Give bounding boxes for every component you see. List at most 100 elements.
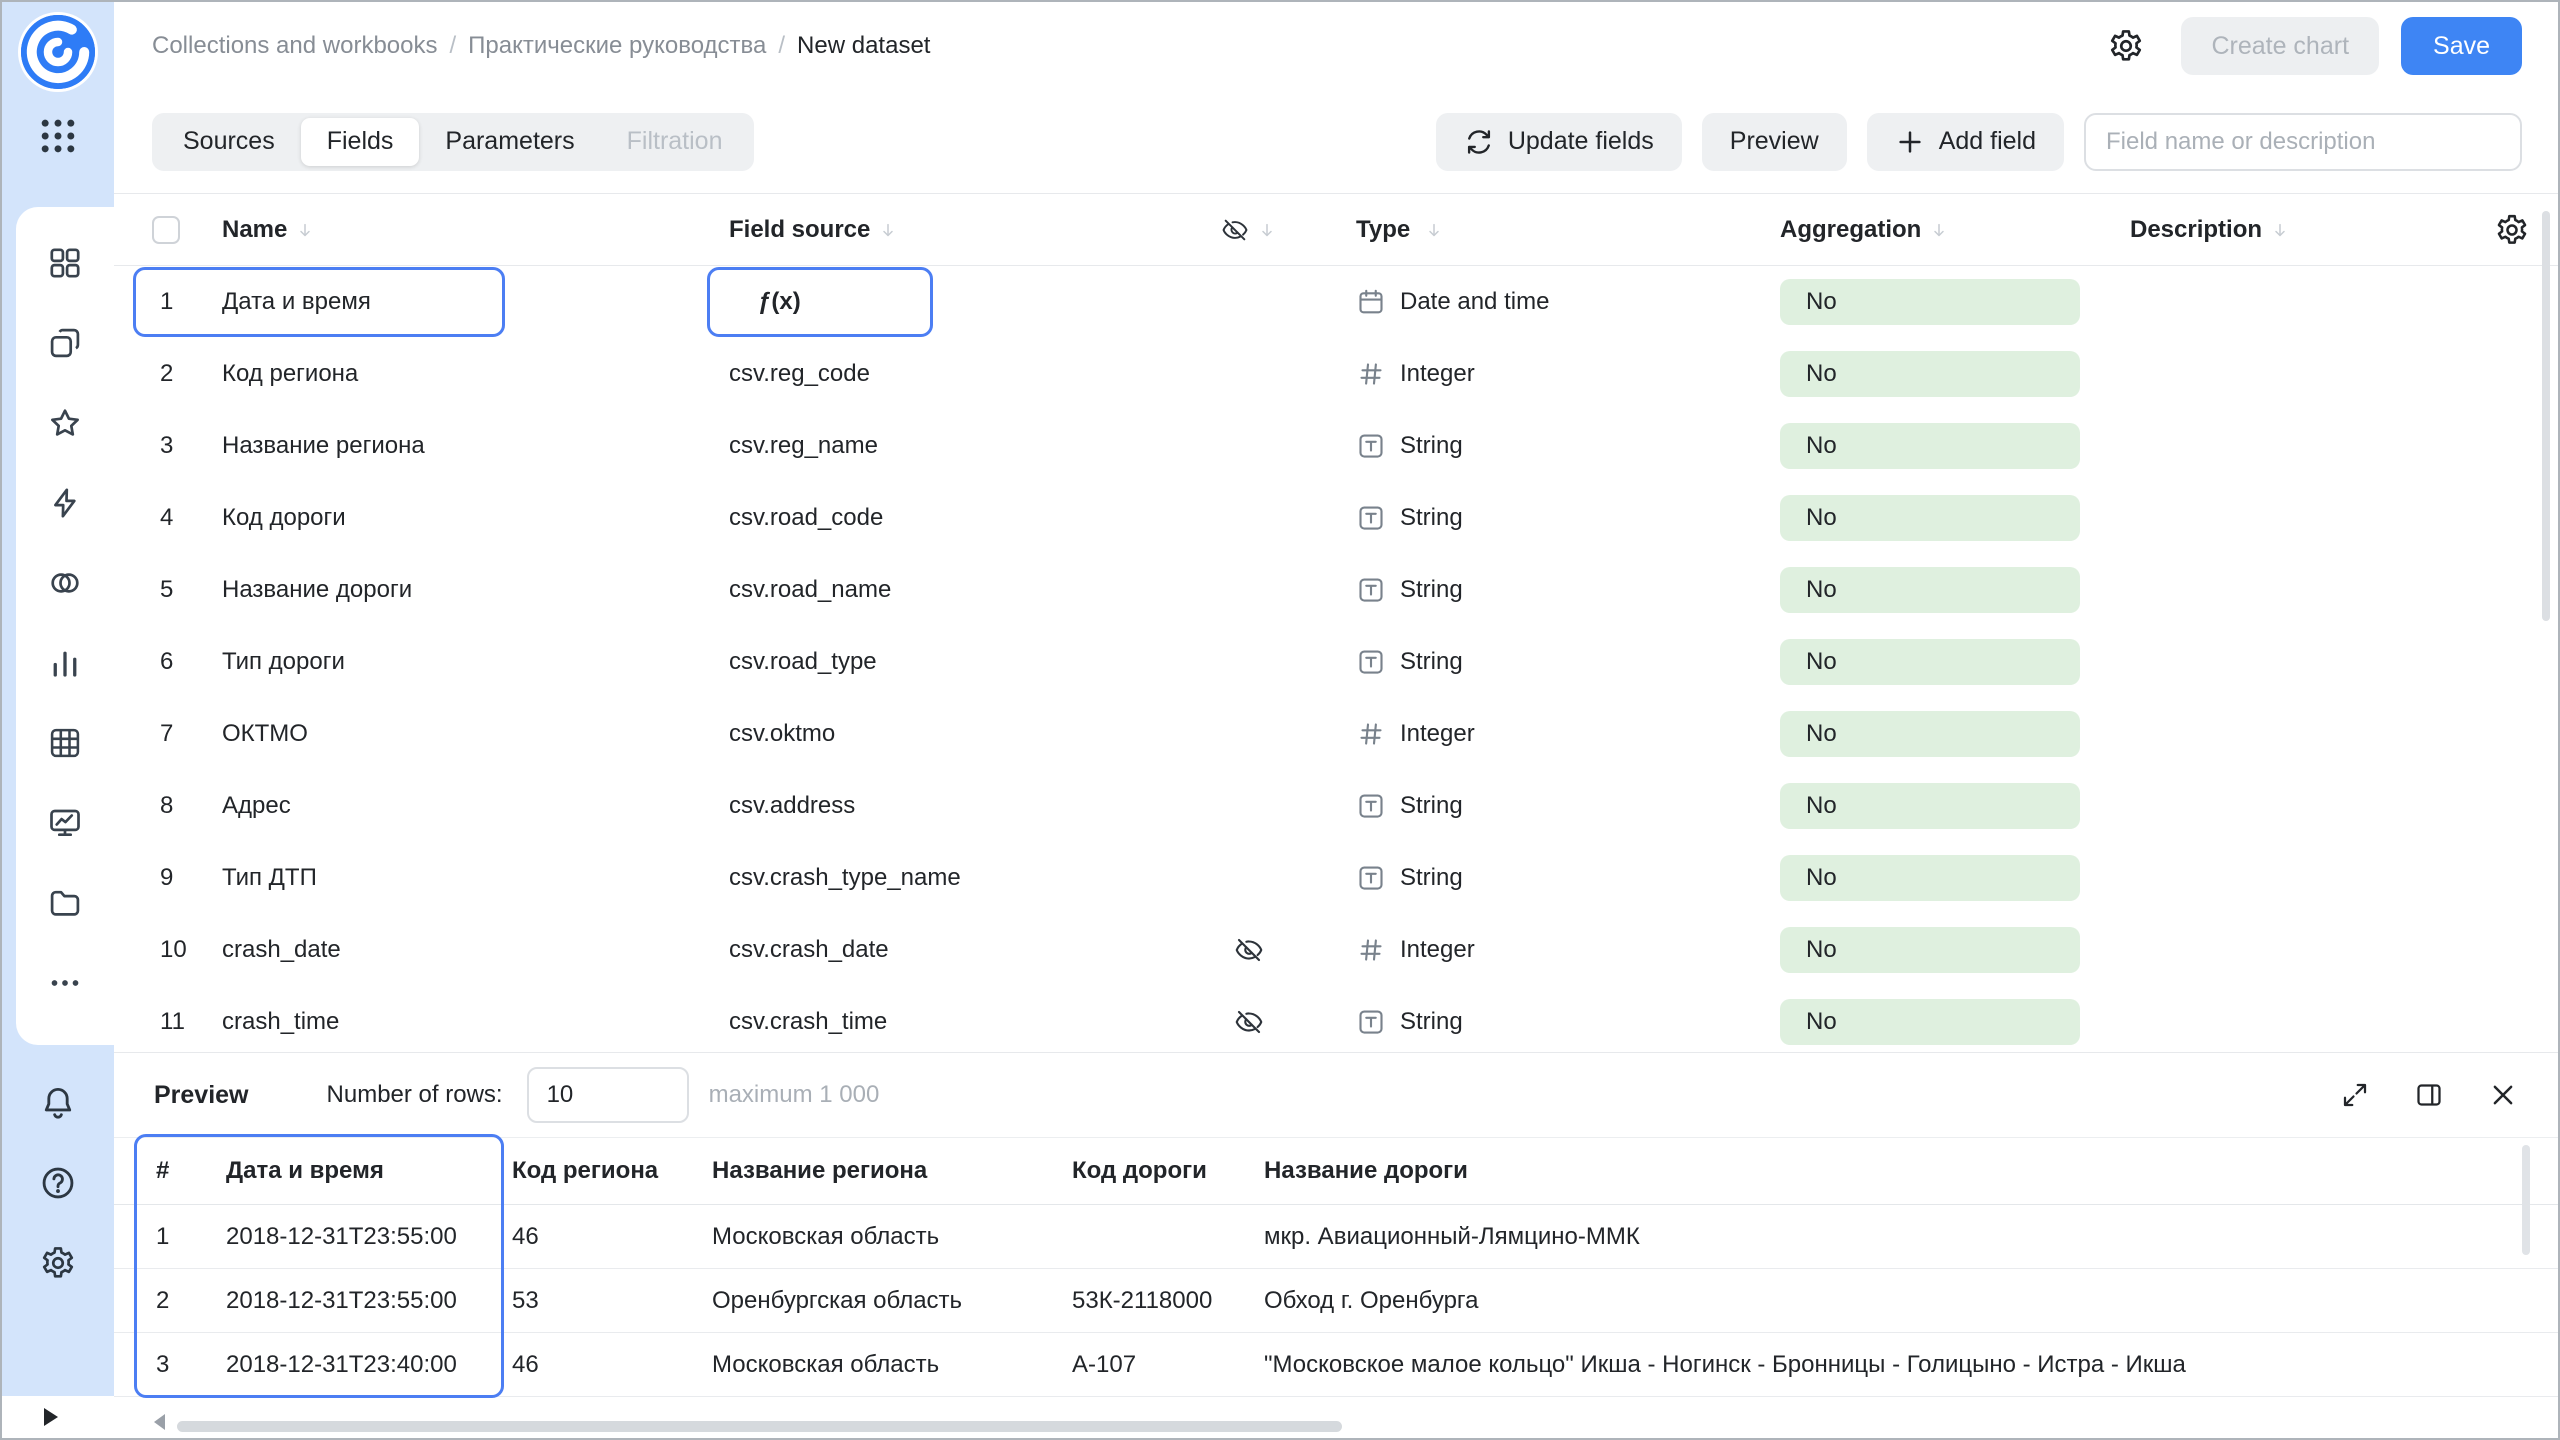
field-type[interactable]: Integer (1304, 359, 1764, 389)
aggregation-pill[interactable]: No (1780, 783, 2080, 829)
aggregation-pill[interactable]: No (1780, 639, 2080, 685)
field-source[interactable]: csv.crash_time (720, 1008, 1194, 1036)
field-type[interactable]: String (1304, 863, 1764, 893)
column-header-description[interactable]: Description (2110, 216, 2450, 244)
field-source[interactable]: csv.reg_name (720, 432, 1194, 460)
tab-fields[interactable]: Fields (301, 118, 420, 166)
preview-vertical-scrollbar[interactable] (2522, 1145, 2530, 1255)
field-type[interactable]: String (1304, 431, 1764, 461)
datasets-circles-icon[interactable] (47, 565, 83, 601)
split-view-icon[interactable] (2414, 1080, 2444, 1110)
visibility-cell[interactable] (1194, 1007, 1304, 1037)
field-row[interactable]: 8 Адрес csv.address String No (114, 770, 2558, 842)
aggregation-cell[interactable]: No (1764, 783, 2110, 829)
scroll-left-icon[interactable] (154, 1414, 165, 1430)
collections-icon[interactable] (47, 325, 83, 361)
field-type[interactable]: String (1304, 1007, 1764, 1037)
field-row[interactable]: 4 Код дороги csv.road_code String No (114, 482, 2558, 554)
field-row[interactable]: 6 Тип дороги csv.road_type String No (114, 626, 2558, 698)
column-header-name[interactable]: Name (222, 216, 720, 244)
aggregation-cell[interactable]: No (1764, 567, 2110, 613)
field-name[interactable]: Код региона (222, 360, 720, 388)
save-button[interactable]: Save (2401, 17, 2522, 75)
field-source[interactable]: csv.reg_code (720, 360, 1194, 388)
field-name[interactable]: Название дороги (222, 576, 720, 604)
tab-sources[interactable]: Sources (157, 118, 301, 166)
field-search-input[interactable] (2084, 113, 2522, 171)
select-all-checkbox[interactable] (152, 216, 180, 244)
field-row[interactable]: 10 crash_date csv.crash_date Integer No (114, 914, 2558, 986)
field-type[interactable]: String (1304, 791, 1764, 821)
field-source[interactable]: csv.road_code (720, 504, 1194, 532)
field-source[interactable]: csv.road_name (720, 576, 1194, 604)
aggregation-cell[interactable]: No (1764, 423, 2110, 469)
preview-button[interactable]: Preview (1702, 113, 1847, 171)
aggregation-pill[interactable]: No (1780, 423, 2080, 469)
aggregation-pill[interactable]: No (1780, 999, 2080, 1045)
field-type[interactable]: Integer (1304, 935, 1764, 965)
aggregation-pill[interactable]: No (1780, 351, 2080, 397)
field-row[interactable]: 11 crash_time csv.crash_time String No (114, 986, 2558, 1052)
create-chart-button[interactable]: Create chart (2181, 17, 2379, 75)
apps-grid-icon[interactable] (36, 114, 80, 158)
connections-zap-icon[interactable] (47, 485, 83, 521)
aggregation-cell[interactable]: No (1764, 495, 2110, 541)
field-row[interactable]: 9 Тип ДТП csv.crash_type_name String No (114, 842, 2558, 914)
aggregation-cell[interactable]: No (1764, 351, 2110, 397)
tab-filtration[interactable]: Filtration (601, 118, 749, 166)
aggregation-pill[interactable]: No (1780, 279, 2080, 325)
field-type[interactable]: String (1304, 647, 1764, 677)
field-name[interactable]: ОКТМО (222, 720, 720, 748)
dataset-settings-gear-icon[interactable] (2107, 27, 2145, 65)
field-source[interactable]: csv.crash_type_name (720, 864, 1194, 892)
aggregation-cell[interactable]: No (1764, 855, 2110, 901)
aggregation-pill[interactable]: No (1780, 927, 2080, 973)
field-name[interactable]: Тип дороги (222, 648, 720, 676)
settings-gear-icon[interactable] (39, 1244, 77, 1282)
aggregation-pill[interactable]: No (1780, 567, 2080, 613)
charts-bar-icon[interactable] (47, 645, 83, 681)
field-source[interactable]: csv.road_type (720, 648, 1194, 676)
breadcrumb-collections[interactable]: Collections and workbooks (152, 32, 437, 60)
workbooks-grid-icon[interactable] (47, 245, 83, 281)
column-header-type[interactable]: Type (1304, 216, 1764, 244)
field-type[interactable]: String (1304, 575, 1764, 605)
field-name[interactable]: Код дороги (222, 504, 720, 532)
field-type[interactable]: Integer (1304, 719, 1764, 749)
column-header-visibility[interactable] (1194, 216, 1304, 244)
expand-sidebar-icon[interactable] (44, 1408, 58, 1426)
field-source-formula[interactable]: ƒ(x) (720, 288, 1194, 316)
field-type[interactable]: Date and time (1304, 287, 1764, 317)
table-settings-gear-icon[interactable] (2494, 212, 2530, 248)
add-field-button[interactable]: Add field (1867, 113, 2064, 171)
aggregation-cell[interactable]: No (1764, 927, 2110, 973)
aggregation-pill[interactable]: No (1780, 855, 2080, 901)
field-row[interactable]: 5 Название дороги csv.road_name String N… (114, 554, 2558, 626)
rows-count-input[interactable] (527, 1067, 689, 1123)
field-row[interactable]: 1 Дата и время ƒ(x) Date and time No (114, 266, 2558, 338)
tab-parameters[interactable]: Parameters (419, 118, 600, 166)
expand-icon[interactable] (2340, 1080, 2370, 1110)
column-header-aggregation[interactable]: Aggregation (1764, 216, 2110, 244)
aggregation-cell[interactable]: No (1764, 279, 2110, 325)
horizontal-scrollbar[interactable] (177, 1421, 1342, 1432)
update-fields-button[interactable]: Update fields (1436, 113, 1682, 171)
aggregation-cell[interactable]: No (1764, 711, 2110, 757)
column-header-field-source[interactable]: Field source (720, 216, 1194, 244)
aggregation-pill[interactable]: No (1780, 495, 2080, 541)
field-name[interactable]: Адрес (222, 792, 720, 820)
storage-folder-icon[interactable] (47, 885, 83, 921)
field-name[interactable]: crash_date (222, 936, 720, 964)
notifications-bell-icon[interactable] (39, 1084, 77, 1122)
visibility-cell[interactable] (1194, 935, 1304, 965)
datalens-logo[interactable] (18, 12, 98, 92)
dashboards-monitor-icon[interactable] (47, 805, 83, 841)
aggregation-pill[interactable]: No (1780, 711, 2080, 757)
aggregation-cell[interactable]: No (1764, 639, 2110, 685)
more-dots-icon[interactable] (47, 965, 83, 1001)
field-row[interactable]: 7 ОКТМО csv.oktmo Integer No (114, 698, 2558, 770)
field-source[interactable]: csv.crash_date (720, 936, 1194, 964)
field-name[interactable]: Дата и время (222, 288, 720, 316)
aggregation-cell[interactable]: No (1764, 999, 2110, 1045)
table-vertical-scrollbar[interactable] (2542, 211, 2550, 621)
